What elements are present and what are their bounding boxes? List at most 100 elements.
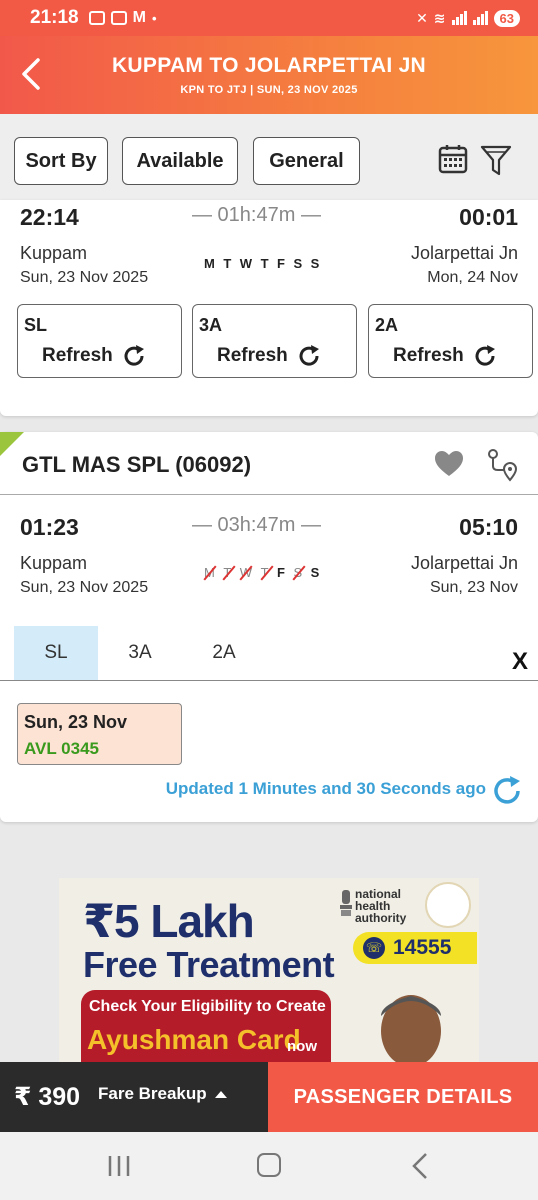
refresh-button[interactable]: Refresh (217, 343, 322, 369)
day-s: S (293, 256, 303, 271)
tab-3a[interactable]: 3A (98, 626, 182, 680)
booking-bar: ₹ 390 Fare Breakup PASSENGER DETAILS (0, 1062, 538, 1132)
day-s: S (310, 565, 320, 580)
signal-icon-2 (472, 11, 488, 25)
train-card-1: 22:14 — 01h:47m — 00:01 Kuppam Sun, 23 N… (0, 200, 538, 416)
class-card-2a[interactable]: 2A Refresh (368, 304, 533, 378)
day-s: S (310, 256, 320, 271)
class-card-sl[interactable]: SL Refresh (17, 304, 182, 378)
sim-card-icon (110, 11, 127, 25)
nha-logo-text: national health authority (355, 887, 407, 925)
filter-bar: Sort By Available General (0, 114, 538, 200)
to-date: Sun, 23 Nov (429, 579, 518, 596)
back-nav-icon[interactable] (410, 1152, 430, 1180)
tab-sl[interactable]: SL (14, 626, 98, 680)
from-station: Kuppam (20, 553, 88, 573)
journey-duration: — 01h:47m — (192, 204, 321, 226)
banner-card-text: Ayushman Card (87, 1024, 301, 1055)
helpline-badge: ☏ 14555 (353, 932, 477, 964)
screenshot-icon (88, 11, 105, 25)
updated-text: Updated 1 Minutes and 30 Seconds ago (165, 779, 486, 798)
train-card-2: GTL MAS SPL (06092) 01:23 — 03h:47m — 05… (0, 432, 538, 822)
banner-check-text: Check Your Eligibility to Create (89, 998, 326, 1015)
system-nav-bar (0, 1132, 538, 1200)
from-date: Sun, 23 Nov 2025 (20, 579, 149, 596)
caret-up-icon (214, 1090, 227, 1098)
refresh-label: Refresh (393, 345, 464, 366)
passenger-details-button[interactable]: PASSENGER DETAILS (268, 1062, 538, 1132)
recent-apps-icon[interactable] (106, 1154, 132, 1178)
day-f: F (277, 565, 286, 580)
class-name: 2A (375, 315, 399, 335)
journey-duration: — 03h:47m — (192, 514, 321, 536)
day-w: W (239, 565, 253, 580)
status-bar: 21:18 M • ✕ ≋ 63 (0, 0, 538, 36)
from-station: Kuppam (20, 243, 88, 263)
day-m: M (204, 565, 216, 580)
banner-now-text: now (287, 1038, 317, 1055)
running-days: MTWTFSS (204, 565, 320, 580)
day-t: T (223, 256, 232, 271)
refresh-button[interactable]: Refresh (42, 343, 147, 369)
app-header: KUPPAM TO JOLARPETTAI JN KPN TO JTJ | SU… (0, 36, 538, 114)
helpline-number: 14555 (393, 936, 452, 959)
day-m: M (204, 256, 216, 271)
to-station: Jolarpettai Jn (410, 243, 518, 263)
day-t: T (260, 256, 270, 271)
battery-icon: 63 (493, 9, 520, 27)
availability-card[interactable]: Sun, 23 Nov AVL 0345 (17, 703, 182, 765)
ad-banner[interactable]: ₹5 Lakh Free Treatment national health a… (59, 878, 479, 1068)
fare-breakup-toggle[interactable]: Fare Breakup (98, 1084, 227, 1104)
signal-icon (451, 11, 467, 25)
close-button[interactable]: X (512, 648, 528, 676)
divider (0, 680, 538, 681)
route-icon[interactable] (486, 448, 518, 482)
refresh-icon (299, 345, 319, 366)
mute-icon: ✕ (416, 9, 428, 26)
day-f: F (277, 256, 286, 271)
ayushman-logo-icon (425, 882, 471, 928)
refresh-icon (475, 345, 495, 366)
corner-tag (0, 432, 24, 456)
page-title: KUPPAM TO JOLARPETTAI JN (111, 54, 427, 77)
to-date: Mon, 24 Nov (427, 269, 518, 286)
refresh-icon[interactable] (490, 774, 524, 808)
phone-icon: ☏ (363, 937, 385, 959)
available-filter-button[interactable]: Available (122, 137, 238, 185)
arrival-time: 00:01 (459, 204, 518, 230)
train-name: GTL MAS SPL (06092) (22, 452, 252, 477)
favorite-heart-icon[interactable] (434, 450, 464, 478)
quota-filter-button[interactable]: General (253, 137, 360, 185)
from-date: Sun, 23 Nov 2025 (20, 269, 149, 286)
class-card-3a[interactable]: 3A Refresh (192, 304, 357, 378)
arrival-time: 05:10 (459, 514, 518, 540)
fare-amount: ₹ 390 (14, 1083, 81, 1111)
calendar-icon[interactable] (438, 144, 468, 174)
day-t: T (260, 565, 270, 580)
wifi-icon: ≋ (433, 9, 446, 26)
availability-date: Sun, 23 Nov (24, 712, 128, 732)
to-station: Jolarpettai Jn (410, 553, 518, 573)
mail-icon: M (132, 9, 146, 26)
status-time: 21:18 (30, 7, 79, 28)
refresh-label: Refresh (217, 345, 288, 366)
sort-by-button[interactable]: Sort By (14, 137, 108, 185)
person-photo (379, 995, 443, 1068)
class-name: 3A (199, 315, 223, 335)
refresh-button[interactable]: Refresh (393, 343, 498, 369)
day-t: T (223, 565, 232, 580)
running-days: MTWTFSS (204, 256, 320, 271)
fare-breakup-label: Fare Breakup (98, 1084, 207, 1103)
page-subtitle: KPN TO JTJ | SUN, 23 NOV 2025 (180, 84, 358, 96)
banner-headline: ₹5 Lakh (83, 895, 255, 947)
divider (0, 494, 538, 495)
system-icons: ✕ ≋ 63 (416, 9, 520, 27)
filter-icon[interactable] (480, 144, 512, 178)
refresh-label: Refresh (42, 345, 113, 366)
day-s: S (293, 565, 303, 580)
refresh-icon (124, 345, 144, 366)
tab-2a[interactable]: 2A (182, 626, 266, 680)
departure-time: 22:14 (20, 204, 79, 230)
departure-time: 01:23 (20, 514, 79, 540)
home-icon[interactable] (257, 1153, 281, 1177)
